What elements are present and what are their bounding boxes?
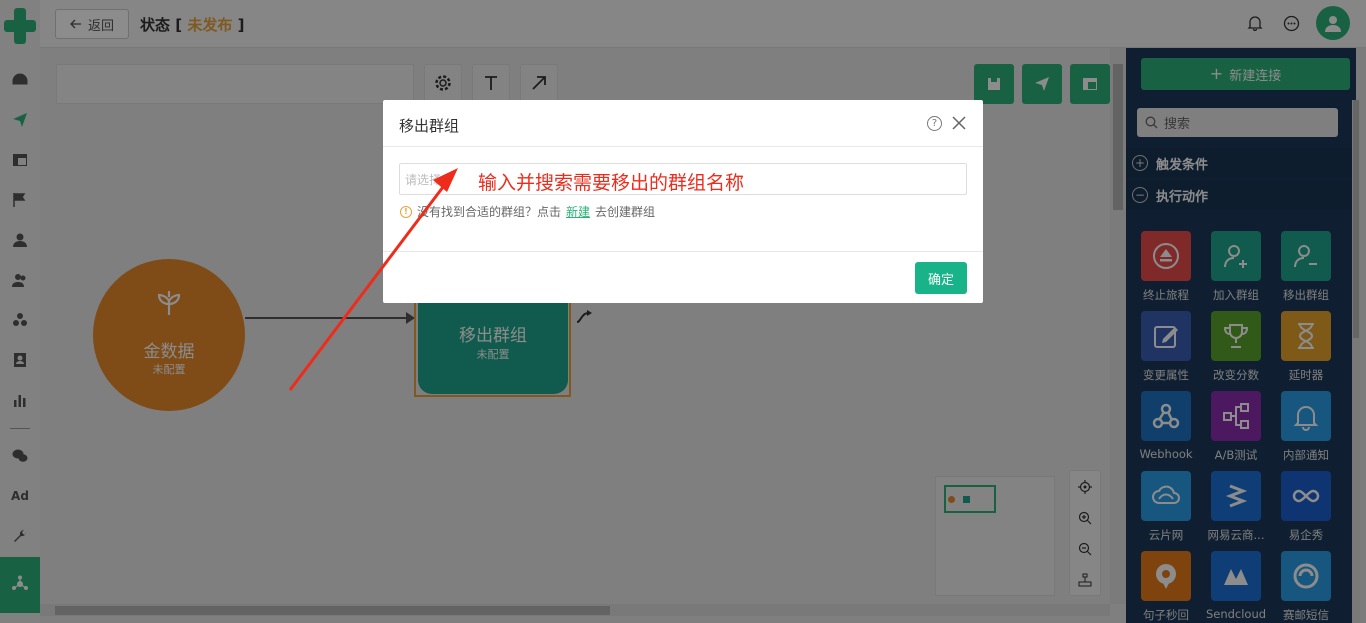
dialog-footer-divider [383,251,983,252]
remove-group-dialog: 移出群组 ? 请选择 输入并搜索需要移出的群组名称 ! 没有找到合适的群组？点击… [383,100,983,303]
create-group-link[interactable]: 新建 [566,203,590,220]
annotation-text: 输入并搜索需要移出的群组名称 [478,172,745,194]
help-icon[interactable]: ? [927,116,942,131]
group-select-placeholder: 请选择 [405,172,442,187]
modal-backdrop[interactable] [0,0,1366,623]
warning-icon: ! [400,205,412,218]
close-icon[interactable] [949,112,969,134]
create-group-hint: ! 没有找到合适的群组？点击 新建 去创建群组 [400,203,655,220]
confirm-button[interactable]: 确定 [915,262,967,294]
dialog-title: 移出群组 [399,117,460,135]
dialog-divider [383,146,983,147]
